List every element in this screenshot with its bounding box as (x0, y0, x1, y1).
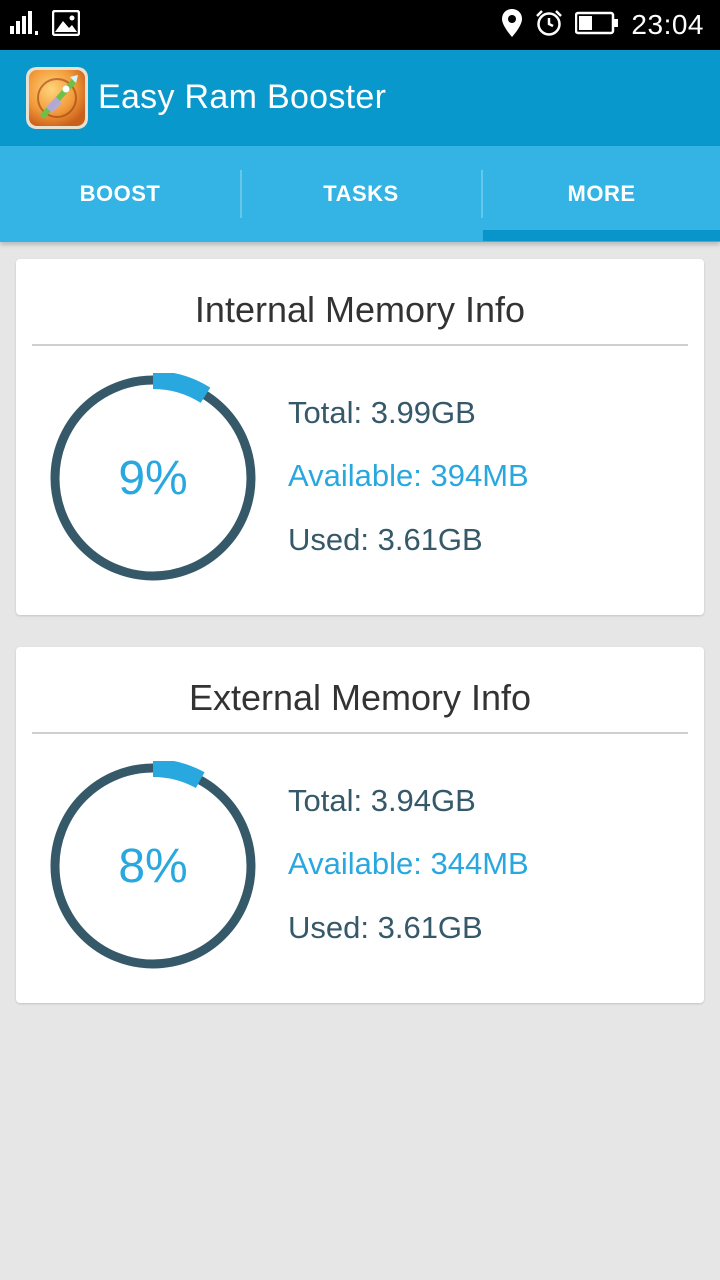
tab-tasks[interactable]: TASKS (241, 146, 481, 242)
battery-icon (575, 11, 619, 40)
available-memory: Available: 344MB (288, 846, 529, 881)
rocket-logo-icon (26, 67, 88, 129)
card-title: Internal Memory Info (194, 289, 526, 330)
app-bar: Easy Ram Booster (0, 50, 720, 146)
card-title: External Memory Info (188, 677, 532, 718)
available-memory: Available: 394MB (288, 458, 529, 493)
selected-tab-indicator (483, 230, 720, 241)
internal-memory-card: Internal Memory Info 9% Total: 3.99GB Av… (16, 259, 704, 615)
screen: 23:04 Easy Ram Booster BOOST TASKS MORE … (0, 0, 720, 1280)
signal-icon (10, 10, 40, 41)
status-bar: 23:04 (0, 0, 720, 50)
used-memory: Used: 3.61GB (288, 910, 483, 945)
location-icon (501, 8, 523, 43)
image-notification-icon (51, 9, 81, 41)
memory-percent: 8% (118, 839, 188, 893)
tab-bar: BOOST TASKS MORE (0, 146, 720, 242)
total-memory: Total: 3.99GB (288, 395, 476, 430)
divider (32, 344, 688, 346)
tab-more[interactable]: MORE (483, 146, 720, 242)
memory-percent: 9% (118, 451, 188, 505)
app-title: Easy Ram Booster (98, 78, 387, 116)
divider (32, 732, 688, 734)
total-memory: Total: 3.94GB (288, 783, 476, 818)
used-memory: Used: 3.61GB (288, 522, 483, 557)
alarm-icon (535, 9, 563, 42)
clock-time: 23:04 (631, 9, 704, 40)
tab-boost[interactable]: BOOST (0, 146, 240, 242)
external-memory-card: External Memory Info 8% Total: 3.94GB Av… (16, 647, 704, 1003)
